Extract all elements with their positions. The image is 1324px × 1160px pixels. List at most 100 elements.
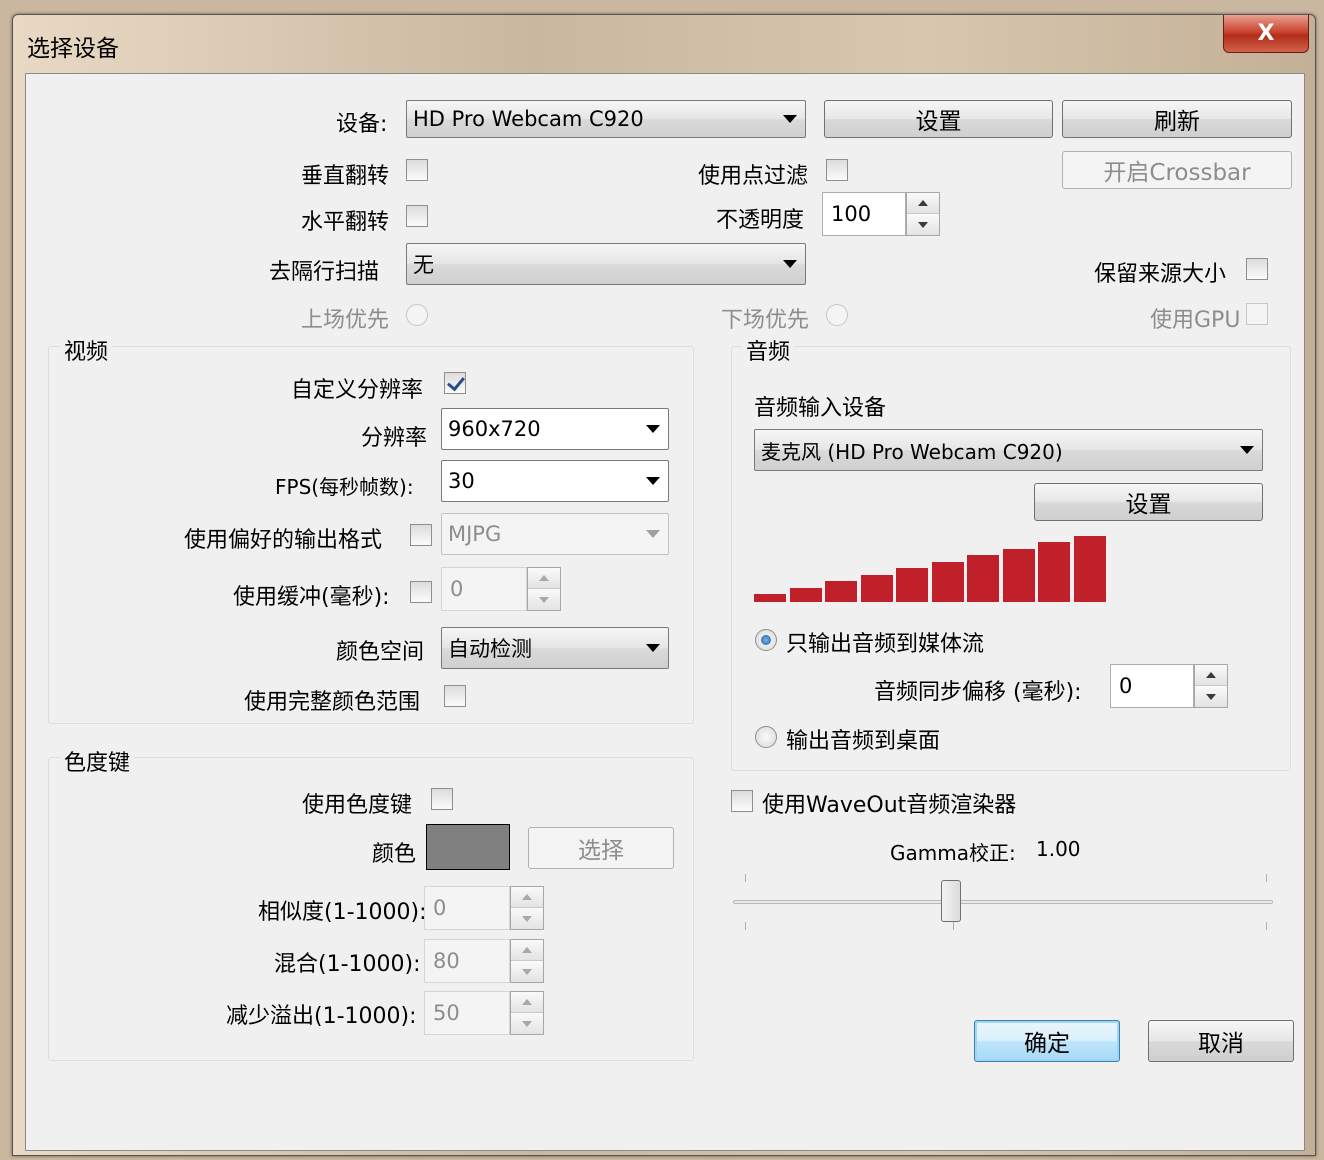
resolution-select[interactable]: 960x720 [441,408,669,450]
flip-vertical-checkbox[interactable] [406,159,428,181]
top-field-first-label: 上场优先 [301,308,390,333]
audio-input-device-select[interactable]: 麦克风 (HD Pro Webcam C920) [754,429,1263,471]
output-desktop-radio[interactable] [755,726,777,748]
chroma-color-swatch[interactable] [426,824,510,870]
window-title: 选择设备 [27,36,119,62]
title-bar[interactable]: 选择设备 X [13,15,1315,73]
gamma-slider-thumb[interactable] [941,880,961,922]
spin-up-icon[interactable] [528,568,560,589]
custom-resolution-checkbox[interactable] [444,372,466,394]
meter-bar [825,581,857,602]
spill-reduction-value: 50 [433,1001,460,1025]
similarity-input[interactable]: 0 [424,886,510,930]
spin-down-icon[interactable] [528,589,560,610]
ok-button[interactable]: 确定 [974,1020,1120,1062]
point-filter-checkbox[interactable] [826,159,848,181]
spill-reduction-input[interactable]: 50 [424,991,510,1035]
slider-tick [1266,922,1267,930]
chevron-down-icon [646,644,660,652]
spin-up-icon[interactable] [907,193,939,214]
spin-down-icon[interactable] [511,961,543,982]
spin-up-icon[interactable] [511,992,543,1013]
chroma-select-button[interactable]: 选择 [528,827,674,869]
waveout-label: 使用WaveOut音频渲染器 [762,793,1017,818]
gamma-slider[interactable] [731,866,1276,938]
buffer-label: 使用缓冲(毫秒): [233,585,390,610]
device-config-button[interactable]: 设置 [824,100,1053,138]
audio-sync-offset-input[interactable]: 0 [1110,664,1194,708]
dialog-window: 选择设备 X 设备: HD Pro Webcam C920 设置 刷新 垂直翻转… [12,14,1316,1156]
similarity-stepper[interactable] [510,886,544,930]
meter-bar [860,574,893,602]
preferred-format-select[interactable]: MJPG [441,513,669,555]
output-stream-only-radio[interactable] [755,629,777,651]
waveout-checkbox[interactable] [731,790,753,812]
preferred-format-select-value: MJPG [448,522,502,546]
opacity-value: 100 [831,202,872,226]
fps-label: FPS(每秒帧数): [275,475,414,499]
gamma-value: 1.00 [1036,837,1081,861]
fps-select[interactable]: 30 [441,460,669,502]
similarity-label: 相似度(1-1000): [258,900,427,925]
refresh-button[interactable]: 刷新 [1062,100,1292,138]
audio-sync-offset-stepper[interactable] [1194,664,1228,708]
buffer-stepper[interactable] [527,567,561,611]
color-space-select[interactable]: 自动检测 [441,627,669,669]
spin-up-icon[interactable] [511,887,543,908]
slider-tick [745,874,746,882]
blend-input[interactable]: 80 [424,939,510,983]
slider-tick [953,922,954,930]
spin-down-icon[interactable] [511,908,543,929]
preferred-format-checkbox[interactable] [410,524,432,546]
crossbar-button[interactable]: 开启Crossbar [1062,151,1292,189]
spin-down-icon[interactable] [907,214,939,235]
point-filter-label: 使用点过滤 [698,164,809,189]
close-button[interactable]: X [1223,15,1309,53]
meter-bar [1073,536,1106,602]
resolution-label: 分辨率 [361,426,428,451]
spin-up-icon[interactable] [511,940,543,961]
meter-bar [931,561,964,602]
bottom-field-first-radio[interactable] [826,304,848,326]
flip-horizontal-checkbox[interactable] [406,205,428,227]
chevron-down-icon [783,115,797,123]
spin-down-icon[interactable] [511,1013,543,1034]
device-select[interactable]: HD Pro Webcam C920 [406,100,806,138]
use-chroma-key-checkbox[interactable] [431,788,453,810]
preferred-format-label: 使用偏好的输出格式 [184,528,383,553]
flip-vertical-label: 垂直翻转 [301,164,390,189]
color-space-label: 颜色空间 [336,640,425,665]
deinterlace-select-value: 无 [413,253,434,277]
flip-horizontal-label: 水平翻转 [301,210,390,235]
top-field-first-radio[interactable] [406,304,428,326]
meter-bar [1038,542,1070,602]
buffer-checkbox[interactable] [410,581,432,603]
deinterlace-select[interactable]: 无 [406,243,806,285]
use-gpu-checkbox[interactable] [1246,303,1268,325]
blend-label: 混合(1-1000): [274,952,421,977]
opacity-input[interactable]: 100 [822,192,906,236]
cancel-button[interactable]: 取消 [1148,1020,1294,1062]
slider-tick [1266,874,1267,882]
spin-up-icon[interactable] [1195,665,1227,686]
chroma-key-group-title: 色度键 [60,745,135,777]
fps-select-value: 30 [448,469,475,493]
dialog-client-area: 设备: HD Pro Webcam C920 设置 刷新 垂直翻转 使用点过滤 … [25,73,1305,1151]
color-space-select-value: 自动检测 [448,637,532,661]
chevron-down-icon [646,530,660,538]
full-range-checkbox[interactable] [444,685,466,707]
use-chroma-key-label: 使用色度键 [302,793,413,818]
close-icon: X [1257,21,1275,46]
meter-bar [789,587,822,602]
preserve-source-size-checkbox[interactable] [1246,258,1268,280]
audio-config-button[interactable]: 设置 [1034,483,1263,521]
blend-stepper[interactable] [510,939,544,983]
buffer-input[interactable]: 0 [441,567,527,611]
spin-down-icon[interactable] [1195,686,1227,707]
spill-reduction-stepper[interactable] [510,991,544,1035]
chevron-down-icon [783,260,797,268]
deinterlace-label: 去隔行扫描 [269,260,380,285]
opacity-stepper[interactable] [906,192,940,236]
full-range-label: 使用完整颜色范围 [244,690,421,715]
video-group-title: 视频 [60,334,113,366]
